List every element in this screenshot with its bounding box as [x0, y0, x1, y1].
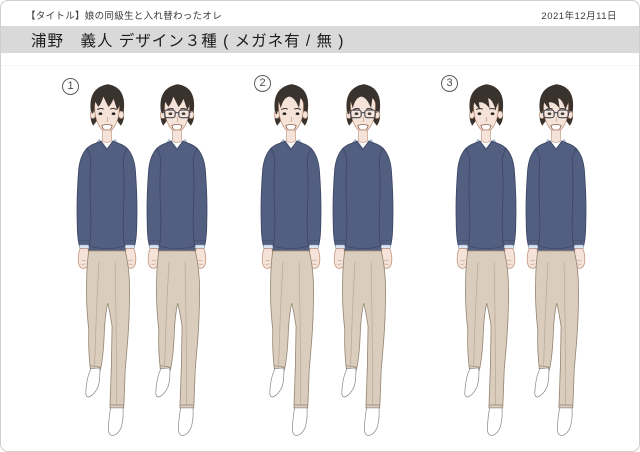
date-label: 2021年12月11日: [541, 11, 617, 22]
character-design-sheet: 【タイトル】娘の同級生と入れ替わったオレ 2021年12月11日 浦野 義人 デ…: [0, 0, 640, 452]
figure-design-3-with-glasses: [525, 83, 587, 437]
figure-design-1-without-glasses: [76, 83, 138, 437]
figure-design-3-without-glasses: [455, 83, 517, 437]
work-title: 【タイトル】娘の同級生と入れ替わったオレ: [26, 11, 223, 22]
figure-design-1-with-glasses: [146, 83, 208, 437]
sheet-title: 浦野 義人 デザイン３種 ( メガネ有 / 無 ): [31, 32, 345, 50]
sheet-title-band: 浦野 義人 デザイン３種 ( メガネ有 / 無 ): [1, 26, 639, 53]
figure-design-2-with-glasses: [332, 83, 394, 437]
figure-design-2-without-glasses: [260, 83, 322, 437]
dotted-separator: [1, 65, 639, 66]
